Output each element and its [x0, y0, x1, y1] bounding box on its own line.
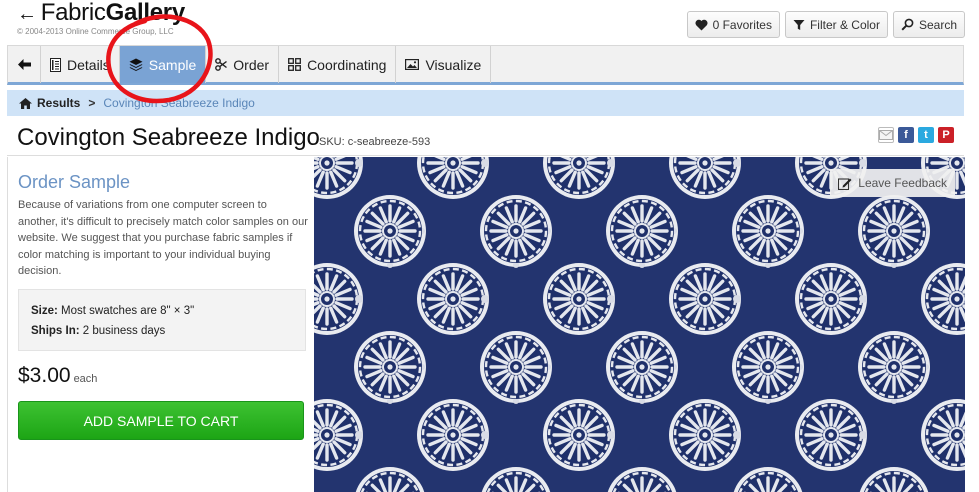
sample-price: $3.00 each [18, 364, 97, 388]
document-icon [50, 57, 61, 72]
leave-feedback-button[interactable]: Leave Feedback [830, 169, 955, 197]
site-header: ← FabricGallery © 2004-2013 Online Commer… [0, 0, 979, 44]
product-sku: SKU: c-seabreeze-593 [319, 136, 431, 148]
logo-brand-bold: Gallery [105, 0, 186, 26]
tab-details-label: Details [67, 56, 110, 73]
tab-order[interactable]: Order [206, 46, 280, 83]
layers-icon [129, 58, 143, 71]
tab-visualize-label: Visualize [425, 56, 482, 73]
facebook-share-icon[interactable]: f [898, 127, 914, 143]
product-title: Covington Seabreeze Indigo [17, 124, 320, 151]
tab-details[interactable]: Details [41, 46, 120, 83]
product-tab-bar: Details Sample Order Coordinating Visual… [7, 45, 964, 85]
ships-row: Ships In: 2 business days [31, 321, 305, 341]
facebook-glyph: f [904, 129, 908, 141]
twitter-share-icon[interactable]: t [918, 127, 934, 143]
favorites-label: 0 Favorites [712, 17, 772, 32]
add-sample-to-cart-button[interactable]: ADD SAMPLE TO CART [18, 401, 304, 440]
tab-visualize[interactable]: Visualize [396, 46, 492, 83]
breadcrumb-results-label: Results [37, 96, 81, 110]
ships-value: 2 business days [82, 325, 166, 337]
fabric-image: Leave Feedback [314, 157, 965, 492]
grid-icon [288, 58, 302, 71]
size-value: Most swatches are 8" × 3" [61, 305, 195, 317]
breadcrumb: Results > Covington Seabreeze Indigo [7, 90, 964, 116]
leave-feedback-label: Leave Feedback [858, 176, 947, 190]
pencil-icon [838, 178, 852, 190]
tab-sample[interactable]: Sample [119, 46, 207, 83]
size-row: Size: Most swatches are 8" × 3" [31, 301, 305, 321]
picture-icon [405, 59, 420, 70]
tab-coordinating[interactable]: Coordinating [279, 46, 397, 83]
filter-color-label: Filter & Color [809, 17, 880, 32]
breadcrumb-current: Covington Seabreeze Indigo [103, 96, 255, 110]
order-sample-heading: Order Sample [18, 172, 131, 192]
favorites-button[interactable]: 0 Favorites [686, 11, 780, 38]
back-tab[interactable] [8, 46, 41, 83]
tab-coordinating-label: Coordinating [307, 56, 387, 73]
twitter-glyph: t [924, 129, 928, 141]
breadcrumb-results-link[interactable]: Results [19, 96, 80, 110]
logo-brand-regular: Fabric [40, 0, 106, 26]
sample-info-box: Size: Most swatches are 8" × 3" Ships In… [18, 289, 306, 351]
filter-icon [793, 19, 805, 30]
tab-order-label: Order [233, 56, 270, 73]
site-logo[interactable]: ← FabricGallery © 2004-2013 Online Commer… [17, 0, 185, 36]
product-title-row: Covington Seabreeze Indigo SKU: c-seabre… [7, 118, 964, 156]
header-button-group: 0 Favorites Filter & Color Search [686, 11, 965, 38]
email-share-icon[interactable] [878, 127, 894, 143]
scissors-icon [215, 58, 228, 71]
size-label: Size: [31, 305, 58, 317]
tab-sample-label: Sample [148, 56, 197, 73]
price-unit: each [73, 373, 98, 385]
logo-title: ← FabricGallery [17, 0, 185, 27]
filter-color-button[interactable]: Filter & Color [784, 11, 888, 38]
back-arrow-icon [17, 59, 31, 70]
search-button[interactable]: Search [892, 11, 965, 38]
share-buttons: f t P [878, 127, 954, 143]
order-sample-panel: Order Sample Because of variations from … [7, 157, 313, 492]
search-icon [901, 18, 914, 31]
logo-back-arrow-icon: ← [17, 3, 37, 25]
search-label: Search [918, 17, 957, 32]
heart-icon [695, 19, 708, 30]
fabric-pattern-image [314, 157, 965, 492]
ships-label: Ships In: [31, 325, 80, 337]
pinterest-share-icon[interactable]: P [938, 127, 954, 143]
pinterest-glyph: P [942, 129, 950, 141]
home-icon [19, 97, 32, 109]
breadcrumb-separator: > [88, 96, 96, 110]
copyright-text: © 2004-2013 Online Commerce Group, LLC [17, 27, 174, 36]
order-sample-description: Because of variations from one computer … [18, 199, 308, 277]
price-amount: $3.00 [18, 364, 71, 387]
